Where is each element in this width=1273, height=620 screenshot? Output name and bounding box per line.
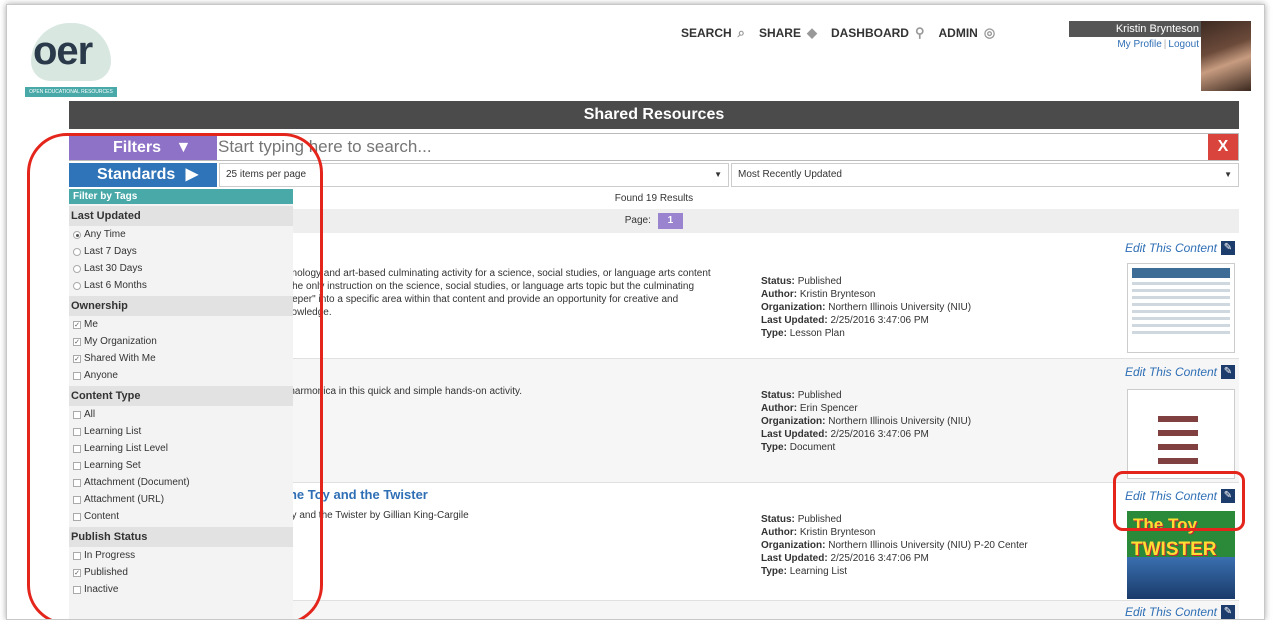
author-label: Author: [761, 527, 798, 538]
author-label: Author: [761, 289, 798, 300]
annotation-highlight-filters [27, 133, 323, 619]
status-value: Published [797, 390, 842, 401]
user-links: My Profile | Logout [1117, 39, 1199, 50]
sort-value: Most Recently Updated [738, 169, 842, 180]
type-value: Document [789, 442, 836, 453]
author-value: Erin Spencer [799, 403, 858, 414]
updated-label: Last Updated: [761, 315, 828, 326]
my-profile-link[interactable]: My Profile [1117, 39, 1161, 50]
page-title: Shared Resources [69, 101, 1239, 129]
app-window: oer OPEN EDUCATIONAL RESOURCES SEARCH ⌕ … [6, 4, 1265, 620]
nav-search-label: SEARCH [681, 26, 732, 40]
organization-value: Northern Illinois University (NIU) [828, 302, 972, 313]
type-value: Learning List [789, 566, 847, 577]
nav-share[interactable]: SHARE ◆ [759, 25, 817, 41]
nav-share-label: SHARE [758, 26, 801, 40]
updated-value: 2/25/2016 3:47:06 PM [830, 553, 929, 564]
nav-search[interactable]: SEARCH ⌕ [681, 25, 745, 41]
result-description: chnology and art-based culminating activ… [281, 267, 751, 319]
search-icon: ⌕ [737, 25, 745, 40]
logo-wordmark: oer [33, 29, 93, 73]
desc-line: deeper" into a specific area within that… [281, 294, 679, 305]
desc-line: Toy and the Twister by Gillian King-Carg… [281, 510, 469, 521]
status-value: Published [797, 276, 842, 287]
thumb-subtitle: TWISTER [1131, 539, 1217, 560]
annotation-highlight-edit [1113, 471, 1245, 531]
edit-label: Edit This Content [1124, 605, 1217, 619]
author-value: Kristin Brynteson [799, 527, 876, 538]
avatar[interactable] [1201, 21, 1251, 91]
pencil-icon: ✎ [1221, 241, 1235, 255]
logo-band: OPEN EDUCATIONAL RESOURCES [25, 87, 117, 97]
result-meta: Status: Published Author: Kristin Brynte… [761, 513, 1028, 578]
logout-link[interactable]: Logout [1168, 39, 1199, 50]
result-thumbnail[interactable] [1127, 263, 1235, 353]
type-label: Type: [761, 442, 787, 453]
author-value: Kristin Brynteson [799, 289, 876, 300]
page-1-button[interactable]: 1 [657, 213, 684, 229]
organization-label: Organization: [761, 540, 826, 551]
result-description: Toy and the Twister by Gillian King-Carg… [281, 509, 751, 522]
updated-label: Last Updated: [761, 429, 828, 440]
updated-value: 2/25/2016 3:47:06 PM [830, 315, 929, 326]
edit-content-button[interactable]: Edit This Content ✎ [1125, 365, 1235, 379]
pencil-icon: ✎ [1221, 365, 1235, 379]
dashboard-icon: ⚲ [914, 25, 925, 40]
admin-icon: ◎ [983, 25, 996, 40]
status-label: Status: [761, 390, 795, 401]
nav-admin-label: ADMIN [938, 26, 978, 40]
clear-search-button[interactable]: X [1208, 134, 1238, 160]
nav-dashboard-label: DASHBOARD [830, 26, 909, 40]
result-meta: Status: Published Author: Erin Spencer O… [761, 389, 971, 454]
organization-value: Northern Illinois University (NIU) [828, 416, 972, 427]
author-label: Author: [761, 403, 798, 414]
edit-label: Edit This Content [1124, 365, 1217, 379]
desc-line: chnology and art-based culminating activ… [281, 268, 711, 279]
chevron-down-icon: ▼ [1224, 170, 1232, 179]
status-label: Status: [761, 276, 795, 287]
status-value: Published [797, 514, 842, 525]
page-label: Page: [624, 215, 651, 226]
pencil-icon: ✎ [1221, 605, 1235, 619]
nav-dashboard[interactable]: DASHBOARD ⚲ [831, 25, 925, 41]
sort-select[interactable]: Most Recently Updated ▼ [731, 163, 1239, 187]
top-nav: SEARCH ⌕ SHARE ◆ DASHBOARD ⚲ ADMIN ◎ [681, 25, 995, 41]
status-label: Status: [761, 514, 795, 525]
user-box: Kristin Brynteson My Profile | Logout [1069, 21, 1203, 69]
edit-content-button[interactable]: Edit This Content ✎ [1125, 605, 1235, 619]
result-meta: Status: Published Author: Kristin Brynte… [761, 275, 971, 340]
result-thumbnail[interactable] [1127, 389, 1235, 479]
oer-logo[interactable]: oer OPEN EDUCATIONAL RESOURCES [25, 19, 117, 97]
share-icon: ◆ [806, 25, 817, 40]
organization-value: Northern Illinois University (NIU) P-20 … [828, 540, 1028, 551]
result-description: n harmonica in this quick and simple han… [281, 385, 751, 398]
desc-line: n harmonica in this quick and simple han… [281, 386, 523, 397]
type-label: Type: [761, 328, 787, 339]
organization-label: Organization: [761, 416, 826, 427]
updated-label: Last Updated: [761, 553, 828, 564]
edit-label: Edit This Content [1124, 241, 1217, 255]
type-label: Type: [761, 566, 787, 577]
nav-admin[interactable]: ADMIN ◎ [939, 25, 996, 41]
search-input[interactable] [218, 136, 1178, 158]
organization-label: Organization: [761, 302, 826, 313]
type-value: Lesson Plan [789, 328, 845, 339]
edit-content-button[interactable]: Edit This Content ✎ [1125, 241, 1235, 255]
desc-line: knowledge. [281, 307, 332, 318]
chevron-down-icon: ▼ [714, 170, 722, 179]
updated-value: 2/25/2016 3:47:06 PM [830, 429, 929, 440]
user-name: Kristin Brynteson [1069, 21, 1203, 37]
desc-line: e the only instruction on the science, s… [281, 281, 695, 292]
